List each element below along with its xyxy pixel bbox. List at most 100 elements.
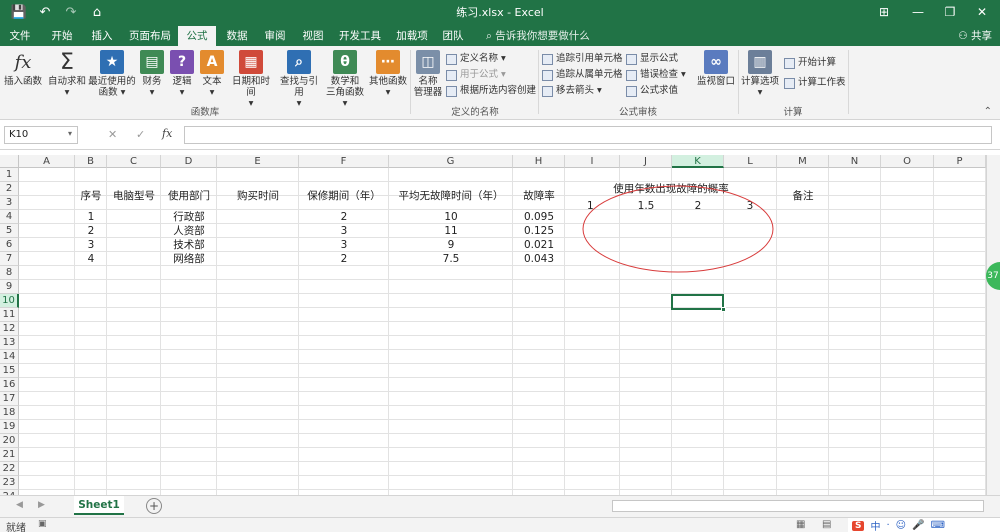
cell-warranty[interactable]: 2 bbox=[299, 252, 389, 266]
lookup-reference-button[interactable]: ⌕ 查找与引用 ▾ bbox=[276, 50, 322, 109]
tab-file[interactable]: 文件 bbox=[4, 26, 36, 46]
row-header-10[interactable]: 10 bbox=[0, 294, 19, 308]
sogou-ime-icon[interactable]: S bbox=[852, 520, 865, 531]
row-header-14[interactable]: 14 bbox=[0, 350, 19, 364]
row-header-4[interactable]: 4 bbox=[0, 210, 19, 224]
evaluate-formula-button[interactable]: 公式求值 bbox=[626, 84, 678, 98]
calculate-sheet-button[interactable]: 计算工作表 bbox=[784, 76, 846, 90]
normal-view-icon[interactable]: ▦ bbox=[796, 519, 805, 530]
restore-button[interactable]: ❐ bbox=[934, 0, 966, 24]
ime-keyboard-icon[interactable]: ⌨ bbox=[931, 520, 945, 531]
cell-dept[interactable]: 行政部 bbox=[161, 210, 217, 224]
tab-addins[interactable]: 加载项 bbox=[392, 26, 432, 46]
formula-input[interactable] bbox=[184, 126, 992, 144]
cell-rate[interactable]: 0.043 bbox=[513, 252, 565, 266]
tab-formulas[interactable]: 公式 bbox=[178, 26, 216, 46]
more-functions-button[interactable]: ⋯ 其他函数 ▾ bbox=[368, 50, 408, 98]
sheet-tab-sheet1[interactable]: Sheet1 bbox=[74, 496, 124, 515]
row-header-20[interactable]: 20 bbox=[0, 434, 19, 448]
tell-me-search[interactable]: ⌕ 告诉我你想要做什么 bbox=[486, 27, 590, 45]
row-header-15[interactable]: 15 bbox=[0, 364, 19, 378]
cancel-entry-icon[interactable]: ✕ bbox=[108, 128, 117, 141]
text-functions-button[interactable]: A 文本 ▾ bbox=[198, 50, 226, 98]
cell-dept[interactable]: 网络部 bbox=[161, 252, 217, 266]
show-formulas-button[interactable]: 显示公式 bbox=[626, 52, 678, 66]
ime-emoji-icon[interactable]: ☺ bbox=[896, 520, 906, 531]
insert-function-fx-icon[interactable]: fx bbox=[162, 127, 172, 140]
error-checking-button[interactable]: 错误检查 ▾ bbox=[626, 68, 686, 82]
row-header-23[interactable]: 23 bbox=[0, 476, 19, 490]
column-header-m[interactable]: M bbox=[777, 155, 829, 168]
create-from-selection-button[interactable]: 根据所选内容创建 bbox=[446, 84, 536, 98]
row-header-11[interactable]: 11 bbox=[0, 308, 19, 322]
column-header-o[interactable]: O bbox=[881, 155, 934, 168]
tab-team[interactable]: 团队 bbox=[438, 26, 468, 46]
tab-review[interactable]: 审阅 bbox=[260, 26, 290, 46]
cell-dept[interactable]: 技术部 bbox=[161, 238, 217, 252]
column-header-j[interactable]: J bbox=[620, 155, 672, 168]
column-header-i[interactable]: I bbox=[565, 155, 620, 168]
logical-button[interactable]: ? 逻辑 ▾ bbox=[168, 50, 196, 98]
row-header-18[interactable]: 18 bbox=[0, 406, 19, 420]
cell-seq[interactable]: 4 bbox=[75, 252, 107, 266]
ime-voice-icon[interactable]: 🎤 bbox=[912, 520, 924, 531]
trace-dependents-button[interactable]: 追踪从属单元格 bbox=[542, 68, 623, 82]
name-box[interactable]: K10 bbox=[4, 126, 78, 144]
row-header-13[interactable]: 13 bbox=[0, 336, 19, 350]
column-header-f[interactable]: F bbox=[299, 155, 389, 168]
row-header-7[interactable]: 7 bbox=[0, 252, 19, 266]
active-cell-selection[interactable] bbox=[671, 294, 724, 310]
worksheet-grid[interactable]: ABCDEFGHIJKLMNOP 1 2 3 4 5 6 7 8 9 10 11 12 13 14 15 16… bbox=[0, 155, 986, 495]
select-all-corner[interactable] bbox=[0, 155, 19, 168]
define-name-button[interactable]: 定义名称 ▾ bbox=[446, 52, 506, 66]
share-button[interactable]: ⚇ 共享 bbox=[958, 27, 992, 45]
row-header-6[interactable]: 6 bbox=[0, 238, 19, 252]
autosum-button[interactable]: Σ 自动求和 ▾ bbox=[48, 50, 86, 98]
column-header-h[interactable]: H bbox=[513, 155, 565, 168]
cell-warranty[interactable]: 3 bbox=[299, 224, 389, 238]
trace-precedents-button[interactable]: 追踪引用单元格 bbox=[542, 52, 623, 66]
cell-rate[interactable]: 0.095 bbox=[513, 210, 565, 224]
row-header-22[interactable]: 22 bbox=[0, 462, 19, 476]
tab-page-layout[interactable]: 页面布局 bbox=[126, 26, 174, 46]
cell-warranty[interactable]: 3 bbox=[299, 238, 389, 252]
datetime-button[interactable]: ▦ 日期和时间 ▾ bbox=[228, 50, 274, 109]
tab-view[interactable]: 视图 bbox=[298, 26, 328, 46]
cell-mtbf[interactable]: 7.5 bbox=[389, 252, 513, 266]
row-header-1[interactable]: 1 bbox=[0, 168, 19, 182]
next-sheet-icon[interactable]: ▶ bbox=[38, 500, 45, 510]
financial-button[interactable]: ▤ 财务 ▾ bbox=[138, 50, 166, 98]
row-header-5[interactable]: 5 bbox=[0, 224, 19, 238]
cell-mtbf[interactable]: 9 bbox=[389, 238, 513, 252]
column-header-a[interactable]: A bbox=[19, 155, 75, 168]
row-header-9[interactable]: 9 bbox=[0, 280, 19, 294]
remove-arrows-button[interactable]: 移去箭头 ▾ bbox=[542, 84, 602, 98]
tab-developer[interactable]: 开发工具 bbox=[334, 26, 386, 46]
row-header-12[interactable]: 12 bbox=[0, 322, 19, 336]
cell-warranty[interactable]: 2 bbox=[299, 210, 389, 224]
fill-handle[interactable] bbox=[721, 307, 726, 312]
column-header-n[interactable]: N bbox=[829, 155, 881, 168]
macro-record-icon[interactable]: ▣ bbox=[38, 519, 47, 529]
calculate-now-button[interactable]: 开始计算 bbox=[784, 56, 836, 70]
collapse-ribbon-icon[interactable]: ⌃ bbox=[984, 106, 992, 117]
cell-rate[interactable]: 0.125 bbox=[513, 224, 565, 238]
ribbon-display-options-icon[interactable]: ⊞ bbox=[868, 0, 900, 24]
enter-check-icon[interactable]: ✓ bbox=[136, 128, 145, 141]
close-button[interactable]: ✕ bbox=[966, 0, 998, 24]
row-header-2[interactable]: 2 bbox=[0, 182, 19, 196]
cell-seq[interactable]: 1 bbox=[75, 210, 107, 224]
tab-insert[interactable]: 插入 bbox=[86, 26, 118, 46]
row-header-19[interactable]: 19 bbox=[0, 420, 19, 434]
ime-toolbar[interactable]: S 中 · ☺ 🎤 ⌨ bbox=[848, 518, 1000, 532]
column-header-k[interactable]: K bbox=[672, 155, 724, 168]
row-header-8[interactable]: 8 bbox=[0, 266, 19, 280]
ime-punctuation-icon[interactable]: · bbox=[886, 520, 889, 531]
add-sheet-button[interactable]: + bbox=[146, 498, 162, 514]
recent-functions-button[interactable]: ★ 最近使用的 函数 ▾ bbox=[88, 50, 136, 98]
vertical-scrollbar[interactable] bbox=[986, 155, 1000, 495]
tab-data[interactable]: 数据 bbox=[222, 26, 252, 46]
cell-seq[interactable]: 2 bbox=[75, 224, 107, 238]
prev-sheet-icon[interactable]: ◀ bbox=[16, 500, 23, 510]
insert-function-button[interactable]: fx 插入函数 bbox=[2, 50, 44, 87]
